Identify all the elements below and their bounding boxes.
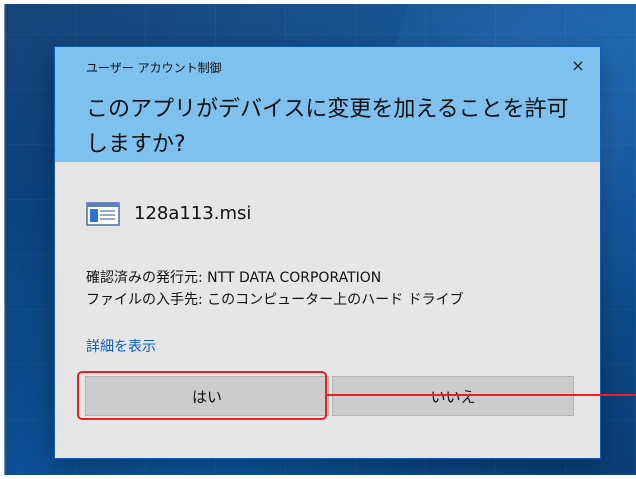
- publisher-line: 確認済みの発行元: NTT DATA CORPORATION: [86, 270, 382, 286]
- file-info-row: 128a113.msi: [86, 201, 251, 227]
- dialog-question: このアプリがデバイスに変更を加えることを許可しますか?: [86, 97, 569, 157]
- origin-line: ファイルの入手先: このコンピューター上のハード ドライブ: [86, 292, 464, 308]
- callout-line: [327, 394, 636, 396]
- dialog-title: ユーザー アカウント制御: [86, 61, 222, 75]
- show-details-link[interactable]: 詳細を表示: [86, 336, 156, 356]
- highlight-box: [77, 371, 327, 420]
- no-button-label: いいえ: [430, 387, 476, 406]
- no-button[interactable]: いいえ: [332, 376, 574, 416]
- publisher-details: 確認済みの発行元: NTT DATA CORPORATION ファイルの入手先:…: [86, 267, 464, 311]
- msi-file-icon: [86, 202, 120, 226]
- dialog-header: ユーザー アカウント制御 × このアプリがデバイスに変更を加えることを許可します…: [55, 47, 600, 162]
- close-button[interactable]: ×: [569, 57, 587, 75]
- close-icon: ×: [571, 56, 585, 75]
- file-name: 128a113.msi: [134, 203, 252, 224]
